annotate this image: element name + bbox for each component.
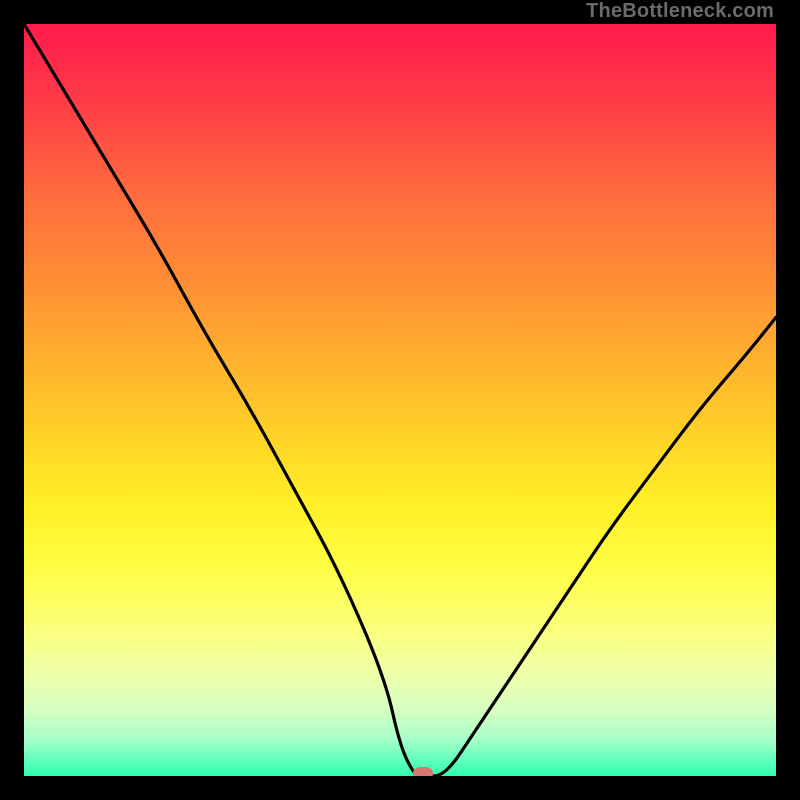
plot-area (24, 24, 776, 776)
watermark-text: TheBottleneck.com (586, 0, 774, 23)
optimum-marker (413, 767, 433, 776)
bottleneck-curve (24, 24, 776, 776)
chart-frame: TheBottleneck.com (0, 0, 800, 800)
